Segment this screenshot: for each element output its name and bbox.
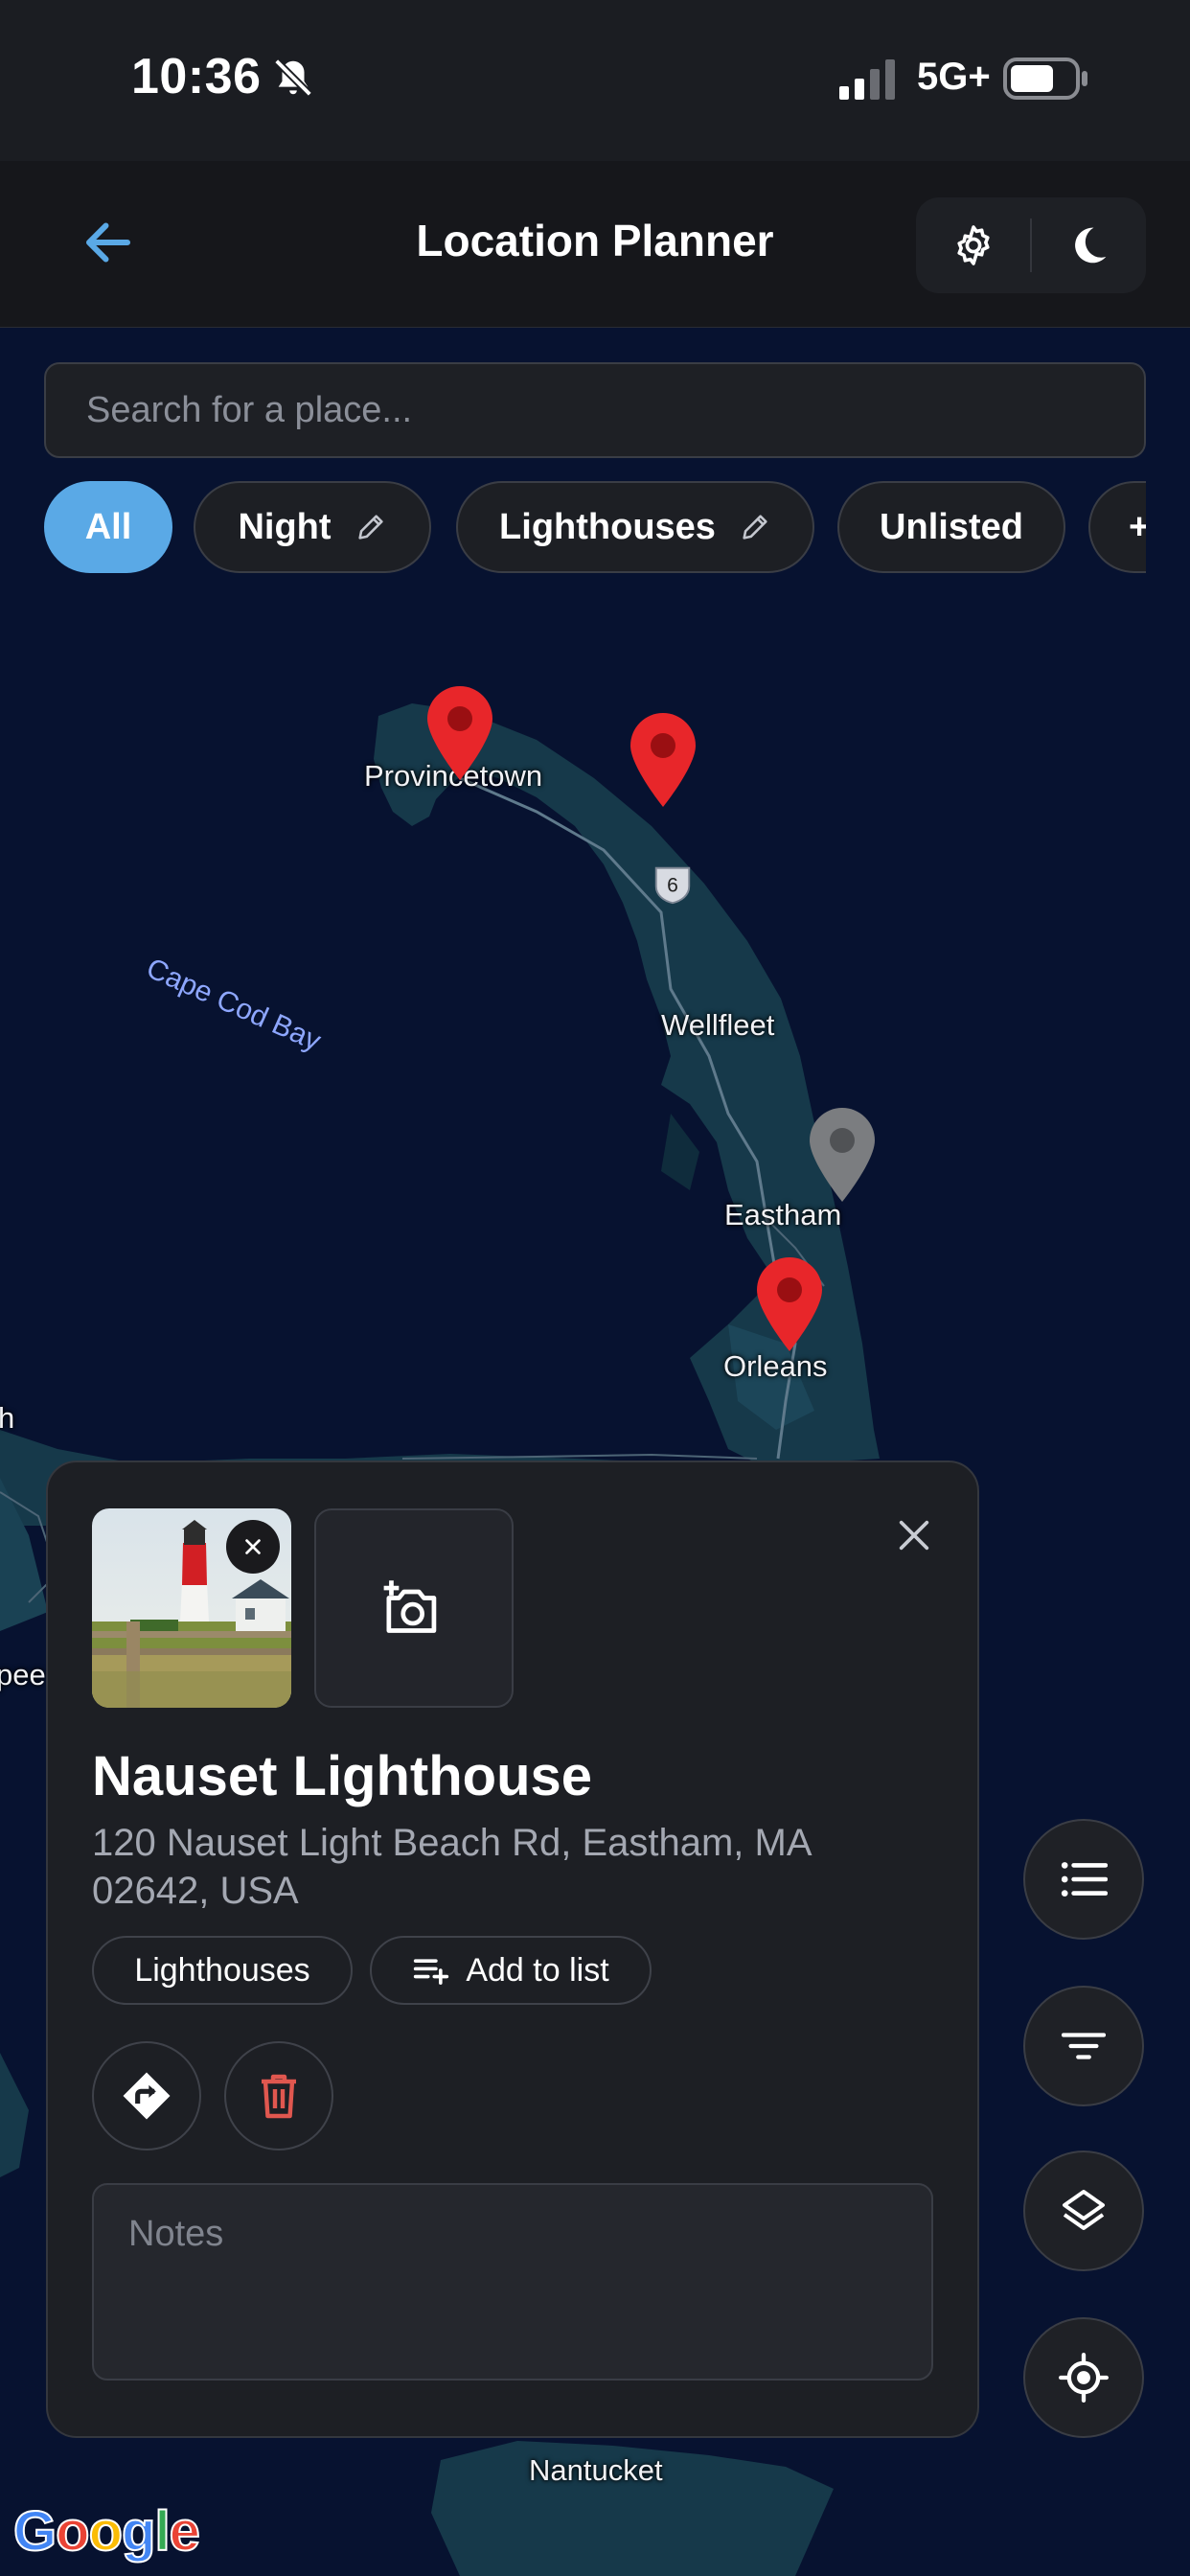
chip-unlisted[interactable]: Unlisted — [837, 481, 1065, 573]
directions-icon — [123, 2072, 171, 2120]
pin-orleans[interactable] — [753, 1254, 826, 1353]
notes-input[interactable] — [92, 2183, 933, 2380]
svg-text:6: 6 — [667, 875, 678, 897]
map-label-edge-2: pee — [0, 1658, 46, 1691]
pencil-icon[interactable] — [355, 511, 387, 543]
card-close-button[interactable] — [887, 1508, 941, 1562]
chip-label: + — [1129, 506, 1146, 547]
remove-photo-button[interactable] — [226, 1520, 280, 1574]
filter-icon — [1062, 2033, 1106, 2059]
filter-chips: All Night Lighthouses Unlisted + — [44, 481, 1146, 575]
battery-icon — [1003, 58, 1087, 100]
pin-north-truro[interactable] — [627, 709, 699, 809]
chip-label: Lighthouses — [499, 506, 716, 547]
map-label-edge-1: h — [0, 1401, 15, 1435]
my-location-button[interactable] — [1023, 2317, 1144, 2438]
add-photo-button[interactable] — [314, 1508, 514, 1708]
google-logo: Google — [12, 2499, 201, 2564]
chip-add[interactable]: + — [1088, 481, 1146, 573]
add-to-list-label: Add to list — [466, 1951, 609, 1989]
map-label-orleans: Orleans — [723, 1349, 828, 1383]
list-view-button[interactable] — [1023, 1819, 1144, 1940]
trash-icon — [262, 2074, 296, 2119]
signal-icon — [839, 59, 895, 100]
app-header: Location Planner — [0, 161, 1190, 328]
close-icon — [899, 1520, 929, 1551]
bell-muted-icon — [274, 58, 312, 97]
pencil-icon[interactable] — [739, 511, 771, 543]
place-tag-chip[interactable]: Lighthouses — [92, 1936, 353, 2005]
layers-button[interactable] — [1023, 2150, 1144, 2271]
route-shield-icon: 6 — [654, 866, 691, 905]
chip-night[interactable]: Night — [194, 481, 431, 573]
status-bar: 10:36 5G+ — [0, 0, 1190, 161]
dark-mode-toggle[interactable] — [1031, 197, 1146, 293]
place-name: Nauset Lighthouse — [92, 1745, 593, 1807]
chip-label: Unlisted — [880, 506, 1023, 547]
add-to-list-button[interactable]: Add to list — [370, 1936, 652, 2005]
search-input[interactable] — [44, 362, 1146, 458]
camera-add-icon — [383, 1580, 437, 1633]
filter-button[interactable] — [1023, 1986, 1144, 2106]
directions-button[interactable] — [92, 2041, 201, 2150]
place-address: 120 Nauset Light Beach Rd, Eastham, MA 0… — [92, 1822, 811, 1912]
chip-label: All — [84, 506, 132, 547]
gear-icon — [957, 225, 990, 265]
layers-icon — [1063, 2190, 1105, 2230]
locate-icon — [1059, 2353, 1109, 2403]
pin-eastham[interactable] — [806, 1104, 879, 1204]
chip-lighthouses[interactable]: Lighthouses — [456, 481, 814, 573]
chip-label: Night — [238, 506, 332, 547]
moon-icon — [1075, 227, 1107, 264]
tag-label: Lighthouses — [134, 1951, 310, 1989]
map-label-nantucket: Nantucket — [529, 2453, 663, 2487]
close-icon — [245, 1539, 261, 1554]
chip-all[interactable]: All — [44, 481, 172, 573]
map-label-wellfleet: Wellfleet — [661, 1008, 775, 1042]
pin-provincetown[interactable] — [423, 682, 496, 782]
list-icon — [1061, 1862, 1108, 1897]
playlist-add-icon — [414, 1959, 449, 1985]
delete-button[interactable] — [224, 2041, 333, 2150]
place-card: Nauset Lighthouse 120 Nauset Light Beach… — [46, 1460, 979, 2438]
status-time: 10:36 — [131, 49, 262, 104]
settings-button[interactable] — [916, 197, 1031, 293]
network-label: 5G+ — [917, 56, 991, 98]
header-actions — [916, 197, 1146, 293]
